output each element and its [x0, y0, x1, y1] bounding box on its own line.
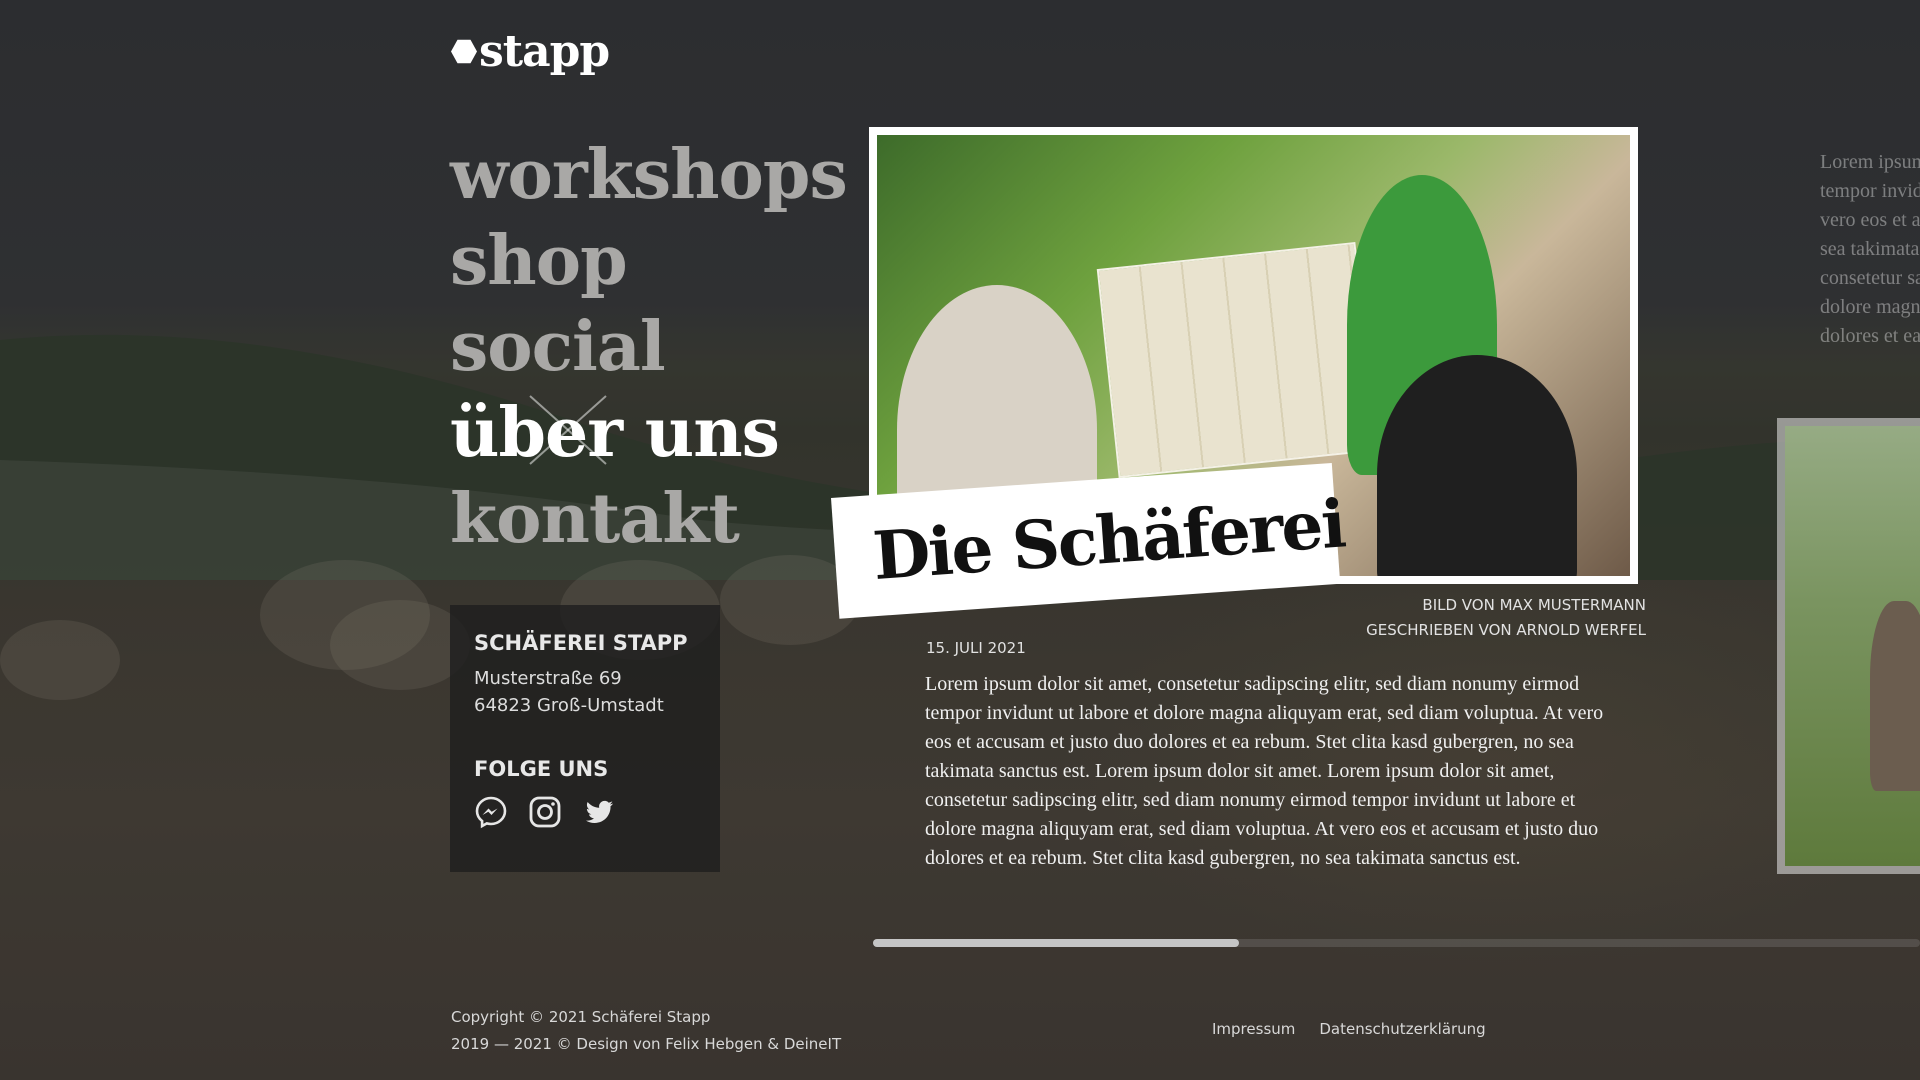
hexagon-logo-icon — [451, 39, 477, 64]
article-title: Die Schäferei — [870, 483, 1347, 595]
follow-heading: FOLGE UNS — [474, 757, 609, 781]
twitter-icon[interactable] — [582, 795, 616, 829]
impressum-link[interactable]: Impressum — [1212, 1020, 1295, 1038]
article-body: Lorem ipsum dolor sit amet, consetetur s… — [925, 673, 1604, 869]
datenschutz-link[interactable]: Datenschutzerklärung — [1319, 1020, 1485, 1038]
brand-logo[interactable]: stapp — [451, 26, 610, 77]
footer-links: Impressum Datenschutzerklärung — [1212, 1020, 1486, 1038]
nav-item-social[interactable]: social — [450, 304, 847, 390]
person-figure — [1377, 355, 1577, 576]
design-credit-text: 2019 — 2021 © Design von Felix Hebgen & … — [451, 1035, 842, 1053]
nav-item-ueber-uns[interactable]: über uns — [450, 390, 847, 476]
preview-line: dolore magna — [1820, 296, 1920, 318]
preview-line: dolores et ea r — [1820, 325, 1920, 347]
nav-item-kontakt[interactable]: kontakt — [450, 476, 847, 562]
preview-line: vero eos et acc — [1820, 209, 1920, 231]
address-street: Musterstraße 69 — [474, 668, 622, 689]
article-slider-progress[interactable] — [873, 939, 1240, 947]
next-article-photo-card[interactable] — [1777, 418, 1920, 874]
map-image — [1096, 241, 1378, 479]
nav-item-label: über uns — [450, 393, 780, 473]
company-name: SCHÄFEREI STAPP — [474, 631, 688, 655]
next-article-preview-text[interactable]: Lorem ipsum tempor invidu vero eos et ac… — [1820, 148, 1920, 351]
preview-line: consetetur sac — [1820, 267, 1920, 289]
nav-item-shop[interactable]: shop — [450, 218, 847, 304]
copyright-text: Copyright © 2021 Schäferei Stapp — [451, 1008, 711, 1026]
author-credit: GESCHRIEBEN VON ARNOLD WERFEL — [1366, 621, 1646, 639]
article-slider-track[interactable] — [873, 939, 1920, 947]
article-credits: BILD VON MAX MUSTERMANN GESCHRIEBEN VON … — [1366, 593, 1646, 643]
social-links — [474, 795, 696, 829]
footer-copyright: Copyright © 2021 Schäferei Stapp 2019 — … — [451, 1004, 841, 1058]
article-date: 15. JULI 2021 — [926, 639, 1026, 657]
main-nav: workshops shop social über uns kontakt — [450, 132, 848, 562]
preview-line: Lorem ipsum — [1820, 151, 1920, 173]
brand-name: stapp — [479, 26, 610, 77]
photo-credit: BILD VON MAX MUSTERMANN — [1422, 596, 1646, 614]
preview-line: tempor invidu — [1820, 180, 1920, 202]
instagram-icon[interactable] — [528, 795, 562, 829]
address-city: 64823 Groß-Umstadt — [474, 695, 664, 716]
next-article-photo — [1785, 426, 1920, 866]
messenger-icon[interactable] — [474, 795, 508, 829]
active-cross-icon — [529, 395, 607, 465]
contact-info-box: SCHÄFEREI STAPP Musterstraße 69 64823 Gr… — [450, 605, 720, 872]
nav-item-workshops[interactable]: workshops — [450, 132, 848, 218]
preview-line: sea takimata s — [1820, 238, 1920, 260]
